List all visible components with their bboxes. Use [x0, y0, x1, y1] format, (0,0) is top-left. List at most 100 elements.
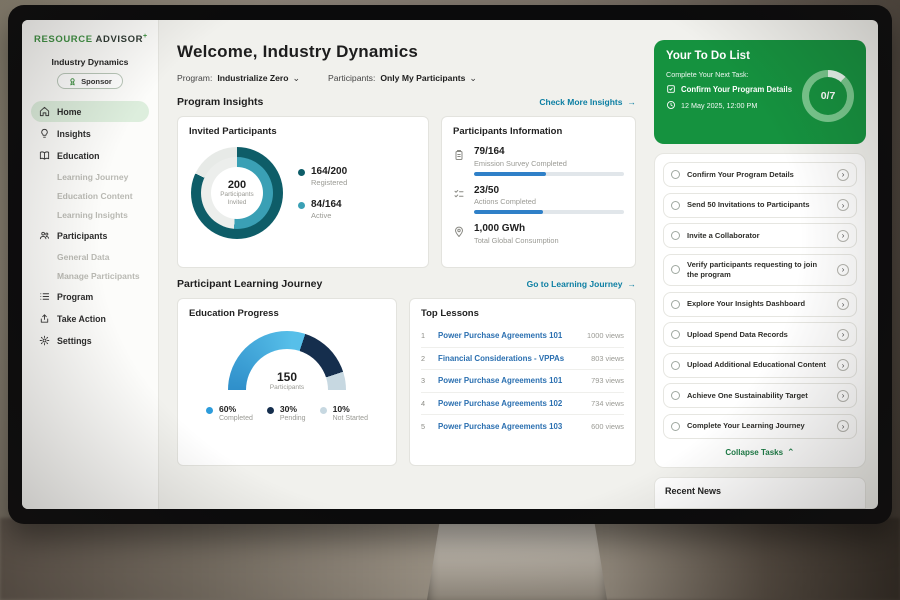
chevron-right-icon[interactable]: ›	[837, 359, 849, 371]
task-item-upload-spend-data[interactable]: Upload Spend Data Records ›	[663, 322, 857, 347]
brand-logo: RESOURCE ADVISOR+	[31, 33, 149, 45]
collapse-tasks-button[interactable]: Collapse Tasks⌃	[663, 444, 857, 463]
clock-icon	[666, 100, 676, 110]
donut-center-value: 200	[228, 179, 246, 191]
task-label: Complete Your Learning Journey	[687, 421, 830, 431]
lesson-row: 2 Financial Considerations - VPPAs 803 v…	[421, 348, 624, 371]
chevron-right-icon[interactable]: ›	[837, 169, 849, 181]
legend-item-completed: 60% Completed	[206, 404, 253, 422]
legend-dot	[267, 407, 274, 414]
participants-select-label: Participants:	[328, 73, 375, 83]
main-content: Welcome, Industry Dynamics Program: Indu…	[159, 20, 650, 509]
sidebar-item-take-action[interactable]: Take Action	[31, 308, 149, 329]
chevron-right-icon[interactable]: ›	[837, 420, 849, 432]
task-checkbox[interactable]	[671, 231, 680, 240]
chevron-right-icon[interactable]: ›	[837, 230, 849, 242]
task-item-upload-educational-content[interactable]: Upload Additional Educational Content ›	[663, 353, 857, 378]
task-item-complete-learning-journey[interactable]: Complete Your Learning Journey ›	[663, 414, 857, 439]
task-item-send-invitations[interactable]: Send 50 Invitations to Participants ›	[663, 193, 857, 218]
lesson-link[interactable]: Power Purchase Agreements 102	[438, 399, 583, 408]
collapse-tasks-label: Collapse Tasks	[725, 448, 783, 457]
chevron-right-icon[interactable]: ›	[837, 264, 849, 276]
go-to-learning-journey-link[interactable]: Go to Learning Journey →	[527, 279, 636, 289]
lesson-link[interactable]: Financial Considerations - VPPAs	[438, 354, 583, 363]
lesson-rank: 2	[421, 354, 430, 363]
legend-value: 30%	[280, 404, 306, 414]
sidebar-item-learning-insights[interactable]: Learning Insights	[31, 205, 149, 224]
lesson-rank: 5	[421, 422, 430, 431]
todo-next-task[interactable]: Confirm Your Program Details	[666, 84, 796, 94]
participants-information-card: Participants Information 79/164 Emission…	[441, 116, 636, 268]
task-item-explore-insights[interactable]: Explore Your Insights Dashboard ›	[663, 292, 857, 317]
stat-actions-completed: 23/50 Actions Completed	[453, 185, 624, 215]
task-checkbox[interactable]	[671, 201, 680, 210]
sponsor-badge[interactable]: Sponsor	[57, 73, 123, 89]
task-checkbox[interactable]	[671, 300, 680, 309]
todo-progress-ring: 0/7	[802, 70, 854, 122]
task-label: Verify participants requesting to join t…	[687, 260, 830, 280]
lesson-link[interactable]: Power Purchase Agreements 103	[438, 422, 583, 431]
chevron-right-icon[interactable]: ›	[837, 390, 849, 402]
sidebar-item-home[interactable]: Home	[31, 101, 149, 122]
program-select[interactable]: Program: Industrialize Zero ⌄	[177, 73, 300, 83]
participants-select-value: Only My Participants	[380, 73, 465, 83]
task-label: Achieve One Sustainability Target	[687, 391, 830, 401]
task-item-verify-participants[interactable]: Verify participants requesting to join t…	[663, 254, 857, 287]
emission-survey-progress-bar	[474, 172, 624, 176]
filter-bar: Program: Industrialize Zero ⌄ Participan…	[177, 73, 636, 83]
task-checkbox[interactable]	[671, 361, 680, 370]
sidebar-item-manage-participants[interactable]: Manage Participants	[31, 266, 149, 285]
task-label: Confirm Your Program Details	[687, 170, 830, 180]
donut-legend: 164/200 Registered 84/164 Active	[298, 166, 347, 220]
brand-plus: +	[143, 33, 148, 40]
sidebar-item-label: Home	[57, 107, 81, 117]
gauge-legend: 60% Completed 30% Pending	[189, 404, 385, 422]
program-select-value: Industrialize Zero	[217, 73, 288, 83]
check-more-insights-link[interactable]: Check More Insights →	[539, 97, 636, 107]
sidebar-item-insights[interactable]: Insights	[31, 123, 149, 144]
home-icon	[39, 106, 50, 117]
task-checkbox[interactable]	[671, 330, 680, 339]
legend-label: Active	[311, 211, 342, 220]
learning-journey-title: Participant Learning Journey	[177, 278, 322, 290]
task-item-invite-collaborator[interactable]: Invite a Collaborator ›	[663, 223, 857, 248]
sidebar-item-education-content[interactable]: Education Content	[31, 186, 149, 205]
legend-label: Not Started	[333, 415, 368, 422]
task-item-achieve-target[interactable]: Achieve One Sustainability Target ›	[663, 383, 857, 408]
lesson-link[interactable]: Power Purchase Agreements 101	[438, 376, 583, 385]
chevron-right-icon[interactable]: ›	[837, 298, 849, 310]
legend-item-pending: 30% Pending	[267, 404, 306, 422]
gauge-center-label: Participants	[228, 384, 346, 391]
take-action-icon	[39, 313, 50, 324]
sidebar-item-label: Take Action	[57, 314, 106, 324]
task-item-confirm-program[interactable]: Confirm Your Program Details ›	[663, 162, 857, 187]
program-select-label: Program:	[177, 73, 212, 83]
todo-title: Your To Do List	[666, 50, 854, 62]
sidebar-item-general-data[interactable]: General Data	[31, 247, 149, 266]
legend-dot	[206, 407, 213, 414]
card-title: Education Progress	[189, 308, 385, 319]
task-checkbox[interactable]	[671, 265, 680, 274]
chevron-right-icon[interactable]: ›	[837, 329, 849, 341]
location-pin-icon	[453, 225, 465, 237]
legend-value: 10%	[333, 404, 368, 414]
task-checkbox[interactable]	[671, 391, 680, 400]
sidebar-item-program[interactable]: Program	[31, 286, 149, 307]
lesson-views: 734 views	[591, 399, 624, 408]
participants-select[interactable]: Participants: Only My Participants ⌄	[328, 73, 477, 83]
brand-secondary: ADVISOR	[96, 34, 143, 45]
task-checkbox[interactable]	[671, 170, 680, 179]
sidebar-item-participants[interactable]: Participants	[31, 225, 149, 246]
sidebar-item-settings[interactable]: Settings	[31, 330, 149, 351]
task-checkbox[interactable]	[671, 422, 680, 431]
legend-item-registered: 164/200 Registered	[298, 166, 347, 187]
stat-global-consumption: 1,000 GWh Total Global Consumption	[453, 223, 624, 249]
chevron-down-icon: ⌄	[293, 74, 301, 83]
chevron-right-icon[interactable]: ›	[837, 199, 849, 211]
recent-news-header[interactable]: Recent News	[654, 477, 866, 509]
lesson-row: 4 Power Purchase Agreements 102 734 view…	[421, 393, 624, 416]
sidebar-item-education[interactable]: Education	[31, 145, 149, 166]
sidebar-item-learning-journey[interactable]: Learning Journey	[31, 167, 149, 186]
sidebar-item-label: Insights	[57, 129, 91, 139]
lesson-link[interactable]: Power Purchase Agreements 101	[438, 331, 579, 340]
